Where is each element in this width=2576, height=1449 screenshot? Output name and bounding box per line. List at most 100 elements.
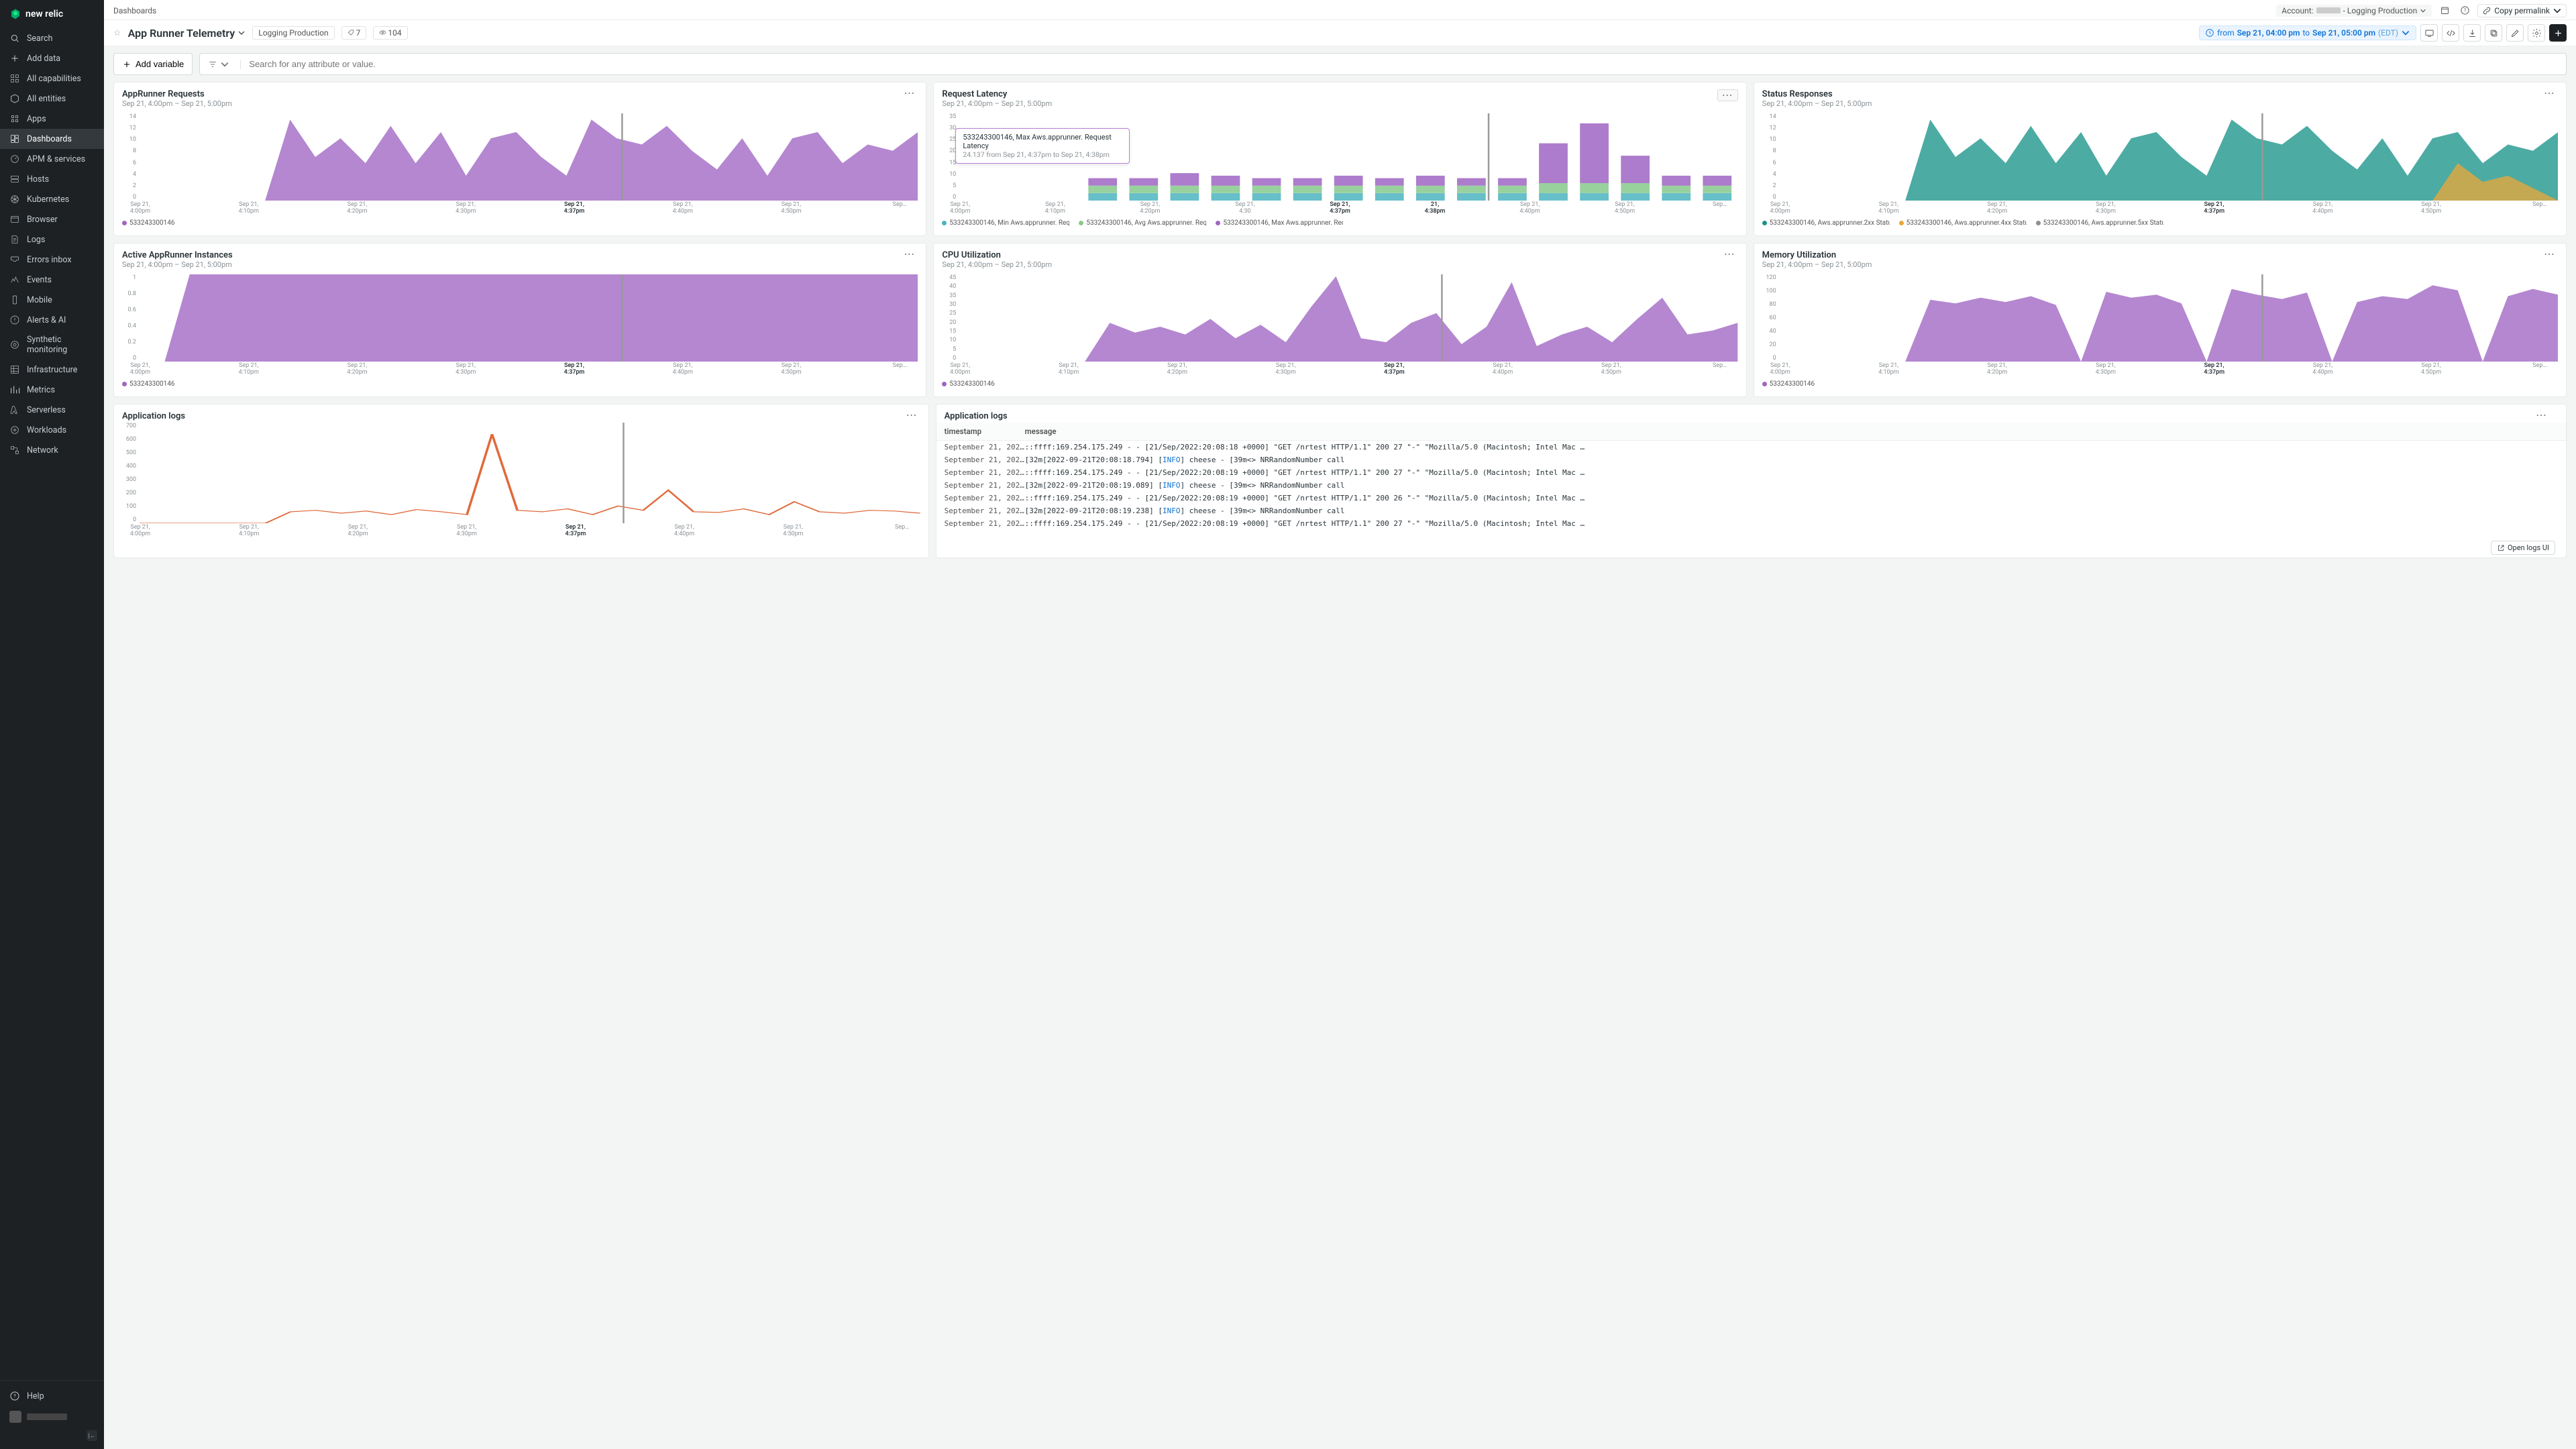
table-row[interactable]: September 21, 2022…[32m[2022-09-21T20:08… (936, 504, 2566, 517)
help-link[interactable]: ? Help (0, 1386, 104, 1406)
filter-dropdown[interactable] (200, 60, 241, 69)
legend-item[interactable]: 533243300146, Min Aws.apprunner. Request… (942, 219, 1069, 227)
sidebar-item-metrics[interactable]: Metrics (0, 380, 104, 400)
legend-item[interactable]: 533243300146, Max Aws.apprunner. Request… (1216, 219, 1343, 227)
cell-message: ::ffff:169.254.175.249 - - [21/Sep/2022:… (1025, 468, 2558, 477)
col-timestamp[interactable]: timestamp (945, 427, 1025, 436)
tags-chip[interactable]: 7 (341, 26, 367, 40)
collapse-sidebar[interactable]: |← (0, 1428, 104, 1444)
filter-icon (208, 60, 217, 69)
nav-label: Network (27, 445, 58, 455)
card-app-logs-chart: Application logs⋯ 7006005004003002001000… (113, 404, 929, 558)
table-row[interactable]: September 21, 2022…::ffff:169.254.175.24… (936, 517, 2566, 530)
card-menu[interactable]: ⋯ (1721, 250, 1738, 258)
sidebar-item-all-entities[interactable]: All entities (0, 89, 104, 109)
copy-permalink-button[interactable]: Copy permalink (2477, 4, 2567, 17)
events-icon (9, 274, 20, 285)
sidebar-item-apm-services[interactable]: APM & services (0, 149, 104, 169)
xaxis: Sep 21,4:00pmSep 21,4:10pmSep 21,4:20pmS… (122, 525, 920, 538)
sidebar-item-mobile[interactable]: Mobile (0, 290, 104, 310)
legend-item[interactable]: 533243300146, Avg Aws.apprunner. Request… (1079, 219, 1206, 227)
sidebar-item-workloads[interactable]: Workloads (0, 420, 104, 440)
account-picker[interactable]: Account: - Logging Production (2276, 5, 2432, 17)
add-widget-button[interactable] (2549, 24, 2567, 42)
mobile-icon (9, 294, 20, 305)
nav-label: Dashboards (27, 134, 72, 144)
search-icon (9, 33, 20, 44)
card-apprunner-requests: AppRunner RequestsSep 21, 4:00pm – Sep 2… (113, 82, 926, 236)
time-range-picker[interactable]: from Sep 21, 04:00 pm to Sep 21, 05:00 p… (2199, 25, 2416, 40)
table-row[interactable]: September 21, 2022…::ffff:169.254.175.24… (936, 466, 2566, 479)
nav-footer: ? Help |← (0, 1380, 104, 1449)
sidebar-item-synthetic-monitoring[interactable]: Synthetic monitoring (0, 330, 104, 360)
tv-icon (2424, 28, 2434, 38)
sidebar-item-browser[interactable]: Browser (0, 209, 104, 229)
tv-mode-button[interactable] (2420, 24, 2438, 42)
nav-label: Errors inbox (27, 255, 72, 265)
brand-text: new relic (25, 9, 63, 19)
sidebar-item-dashboards[interactable]: Dashboards (0, 129, 104, 149)
card-title: Active AppRunner Instances (122, 250, 233, 260)
sidebar-item-kubernetes[interactable]: Kubernetes (0, 189, 104, 209)
add-variable-button[interactable]: Add variable (113, 53, 193, 75)
card-subtitle: Sep 21, 4:00pm – Sep 21, 5:00pm (122, 99, 232, 108)
card-menu[interactable]: ⋯ (901, 250, 918, 258)
account-label: Account: (2282, 6, 2313, 15)
favorite-star[interactable]: ☆ (113, 28, 121, 38)
sidebar-item-add-data[interactable]: Add data (0, 48, 104, 68)
settings-button[interactable] (2528, 24, 2545, 42)
chevron-down-icon (2553, 6, 2562, 15)
sidebar-item-network[interactable]: Network (0, 440, 104, 460)
brand-logo[interactable]: new relic (0, 0, 104, 25)
sidebar-item-alerts-ai[interactable]: Alerts & AI (0, 310, 104, 330)
sidebar-item-apps[interactable]: Apps (0, 109, 104, 129)
dashboard-title[interactable]: App Runner Telemetry (128, 27, 246, 40)
help-circle-icon: ? (2460, 5, 2470, 15)
code-button[interactable] (2442, 24, 2459, 42)
legend-item[interactable]: 533243300146 (942, 380, 994, 388)
user-menu[interactable] (0, 1406, 104, 1428)
info-button[interactable]: ? (2457, 3, 2472, 18)
table-row[interactable]: September 21, 2022…::ffff:169.254.175.24… (936, 492, 2566, 504)
tag-icon (347, 29, 355, 36)
edit-button[interactable] (2506, 24, 2524, 42)
search-input[interactable] (241, 54, 2566, 74)
legend-item[interactable]: 533243300146, Aws.apprunner.5xx Status R… (2036, 219, 2163, 227)
copy-button[interactable] (2485, 24, 2502, 42)
sidebar-item-search[interactable]: Search (0, 28, 104, 48)
sidebar-item-infrastructure[interactable]: Infrastructure (0, 360, 104, 380)
legend-item[interactable]: 533243300146 (122, 219, 174, 227)
card-menu[interactable]: ⋯ (2533, 411, 2550, 419)
card-menu[interactable]: ⋯ (904, 411, 920, 419)
legend-item[interactable]: 533243300146, Aws.apprunner.4xx Status R… (1899, 219, 2027, 227)
legend-item[interactable]: 533243300146 (1762, 380, 1815, 388)
legend-item[interactable]: 533243300146 (122, 380, 174, 388)
plus-icon (9, 53, 20, 64)
breadcrumb[interactable]: Dashboards (113, 6, 156, 15)
col-message[interactable]: message (1025, 427, 2558, 436)
calendar-button[interactable] (2437, 3, 2452, 18)
sidebar-item-hosts[interactable]: Hosts (0, 169, 104, 189)
legend-item[interactable]: 533243300146, Aws.apprunner.2xx Status R… (1762, 219, 1890, 227)
table-row[interactable]: September 21, 2022…::ffff:169.254.175.24… (936, 441, 2566, 453)
nav-label: APM & services (27, 154, 85, 164)
views-chip[interactable]: 104 (373, 26, 407, 40)
env-chip[interactable]: Logging Production (252, 26, 334, 40)
sidebar-item-errors-inbox[interactable]: Errors inbox (0, 250, 104, 270)
card-menu[interactable]: ⋯ (1717, 89, 1738, 101)
chevron-down-icon (2420, 7, 2426, 14)
nav-list: SearchAdd dataAll capabilitiesAll entiti… (0, 25, 104, 1380)
card-menu[interactable]: ⋯ (2541, 89, 2558, 97)
table-row[interactable]: September 21, 2022…[32m[2022-09-21T20:08… (936, 453, 2566, 466)
sidebar-item-all-capabilities[interactable]: All capabilities (0, 68, 104, 89)
sidebar-item-logs[interactable]: Logs (0, 229, 104, 250)
card-menu[interactable]: ⋯ (2541, 250, 2558, 258)
add-variable-label: Add variable (136, 59, 184, 69)
download-button[interactable] (2463, 24, 2481, 42)
logs-icon (9, 234, 20, 245)
sidebar-item-events[interactable]: Events (0, 270, 104, 290)
table-row[interactable]: September 21, 2022…[32m[2022-09-21T20:08… (936, 479, 2566, 492)
card-menu[interactable]: ⋯ (901, 89, 918, 97)
open-logs-button[interactable]: Open logs UI (2491, 541, 2555, 555)
sidebar-item-serverless[interactable]: Serverless (0, 400, 104, 420)
